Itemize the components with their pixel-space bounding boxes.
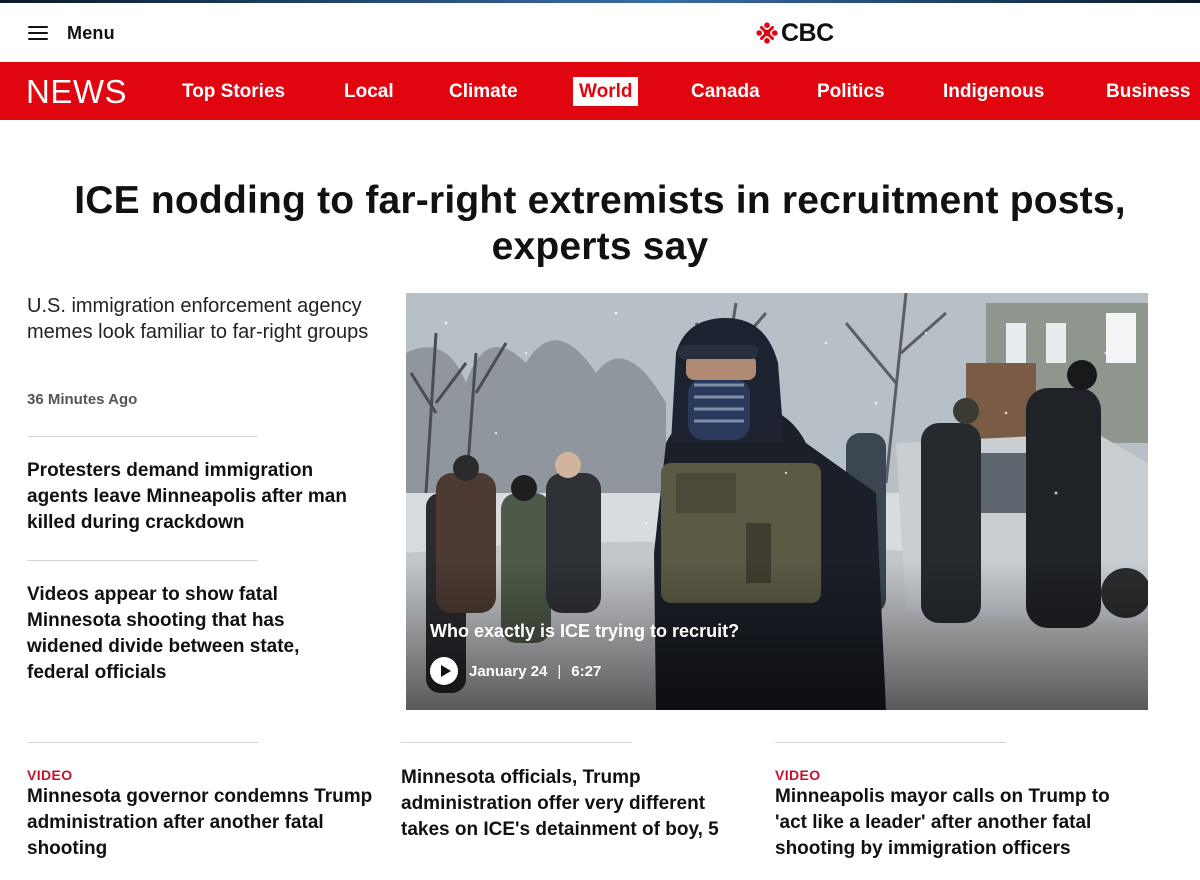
nav-item-climate[interactable]: Climate <box>449 77 518 106</box>
nav-item-indigenous[interactable]: Indigenous <box>943 77 1044 106</box>
divider <box>775 742 1006 743</box>
lead-timestamp: 36 Minutes Ago <box>27 391 138 408</box>
play-icon[interactable] <box>430 657 458 685</box>
video-tag: VIDEO <box>27 767 73 783</box>
bottom-story-1[interactable]: Minnesota governor condemns Trump admini… <box>27 784 387 862</box>
cbc-gem-icon <box>756 22 778 44</box>
bottom-story-3[interactable]: Minneapolis mayor calls on Trump to 'act… <box>775 784 1135 862</box>
section-navbar: NEWS Top Stories Local Climate World Can… <box>0 62 1200 120</box>
masthead: Menu CBC <box>0 3 1200 62</box>
cbc-logo[interactable]: CBC <box>756 18 834 48</box>
bottom-story-2[interactable]: Minnesota officials, Trump administratio… <box>401 765 741 843</box>
nav-item-politics[interactable]: Politics <box>817 77 885 106</box>
video-tag: VIDEO <box>775 767 821 783</box>
video-meta: January 24 | 6:27 <box>430 657 601 685</box>
video-date: January 24 <box>469 662 548 680</box>
nav-item-world[interactable]: World <box>573 77 639 106</box>
side-story-1[interactable]: Protesters demand immigration agents lea… <box>27 458 367 536</box>
video-caption[interactable]: Who exactly is ICE trying to recruit? <box>430 621 739 642</box>
news-section-logo[interactable]: NEWS <box>26 73 127 111</box>
lead-headline-line1: ICE nodding to far-right extremists in r… <box>74 179 1126 222</box>
divider <box>27 560 258 561</box>
divider <box>27 742 258 743</box>
meta-separator: | <box>557 662 562 680</box>
brand-wordmark: CBC <box>781 18 834 47</box>
divider <box>401 742 632 743</box>
nav-item-business[interactable]: Business <box>1106 77 1190 106</box>
lead-summary: U.S. immigration enforcement agency meme… <box>27 295 369 343</box>
nav-item-canada[interactable]: Canada <box>691 77 760 106</box>
lead-headline[interactable]: ICE nodding to far-right extremists in r… <box>0 178 1200 270</box>
side-story-2[interactable]: Videos appear to show fatal Minnesota sh… <box>27 582 357 686</box>
hamburger-menu-icon <box>28 25 48 41</box>
nav-item-top-stories[interactable]: Top Stories <box>182 77 285 106</box>
menu-button[interactable]: Menu <box>28 19 115 47</box>
video-hero[interactable]: Who exactly is ICE trying to recruit? Ja… <box>406 293 1148 710</box>
lead-headline-line2: experts say <box>491 225 709 268</box>
divider <box>27 436 258 437</box>
nav-item-local[interactable]: Local <box>344 77 394 106</box>
video-duration: 6:27 <box>571 662 602 680</box>
menu-label: Menu <box>67 22 115 43</box>
